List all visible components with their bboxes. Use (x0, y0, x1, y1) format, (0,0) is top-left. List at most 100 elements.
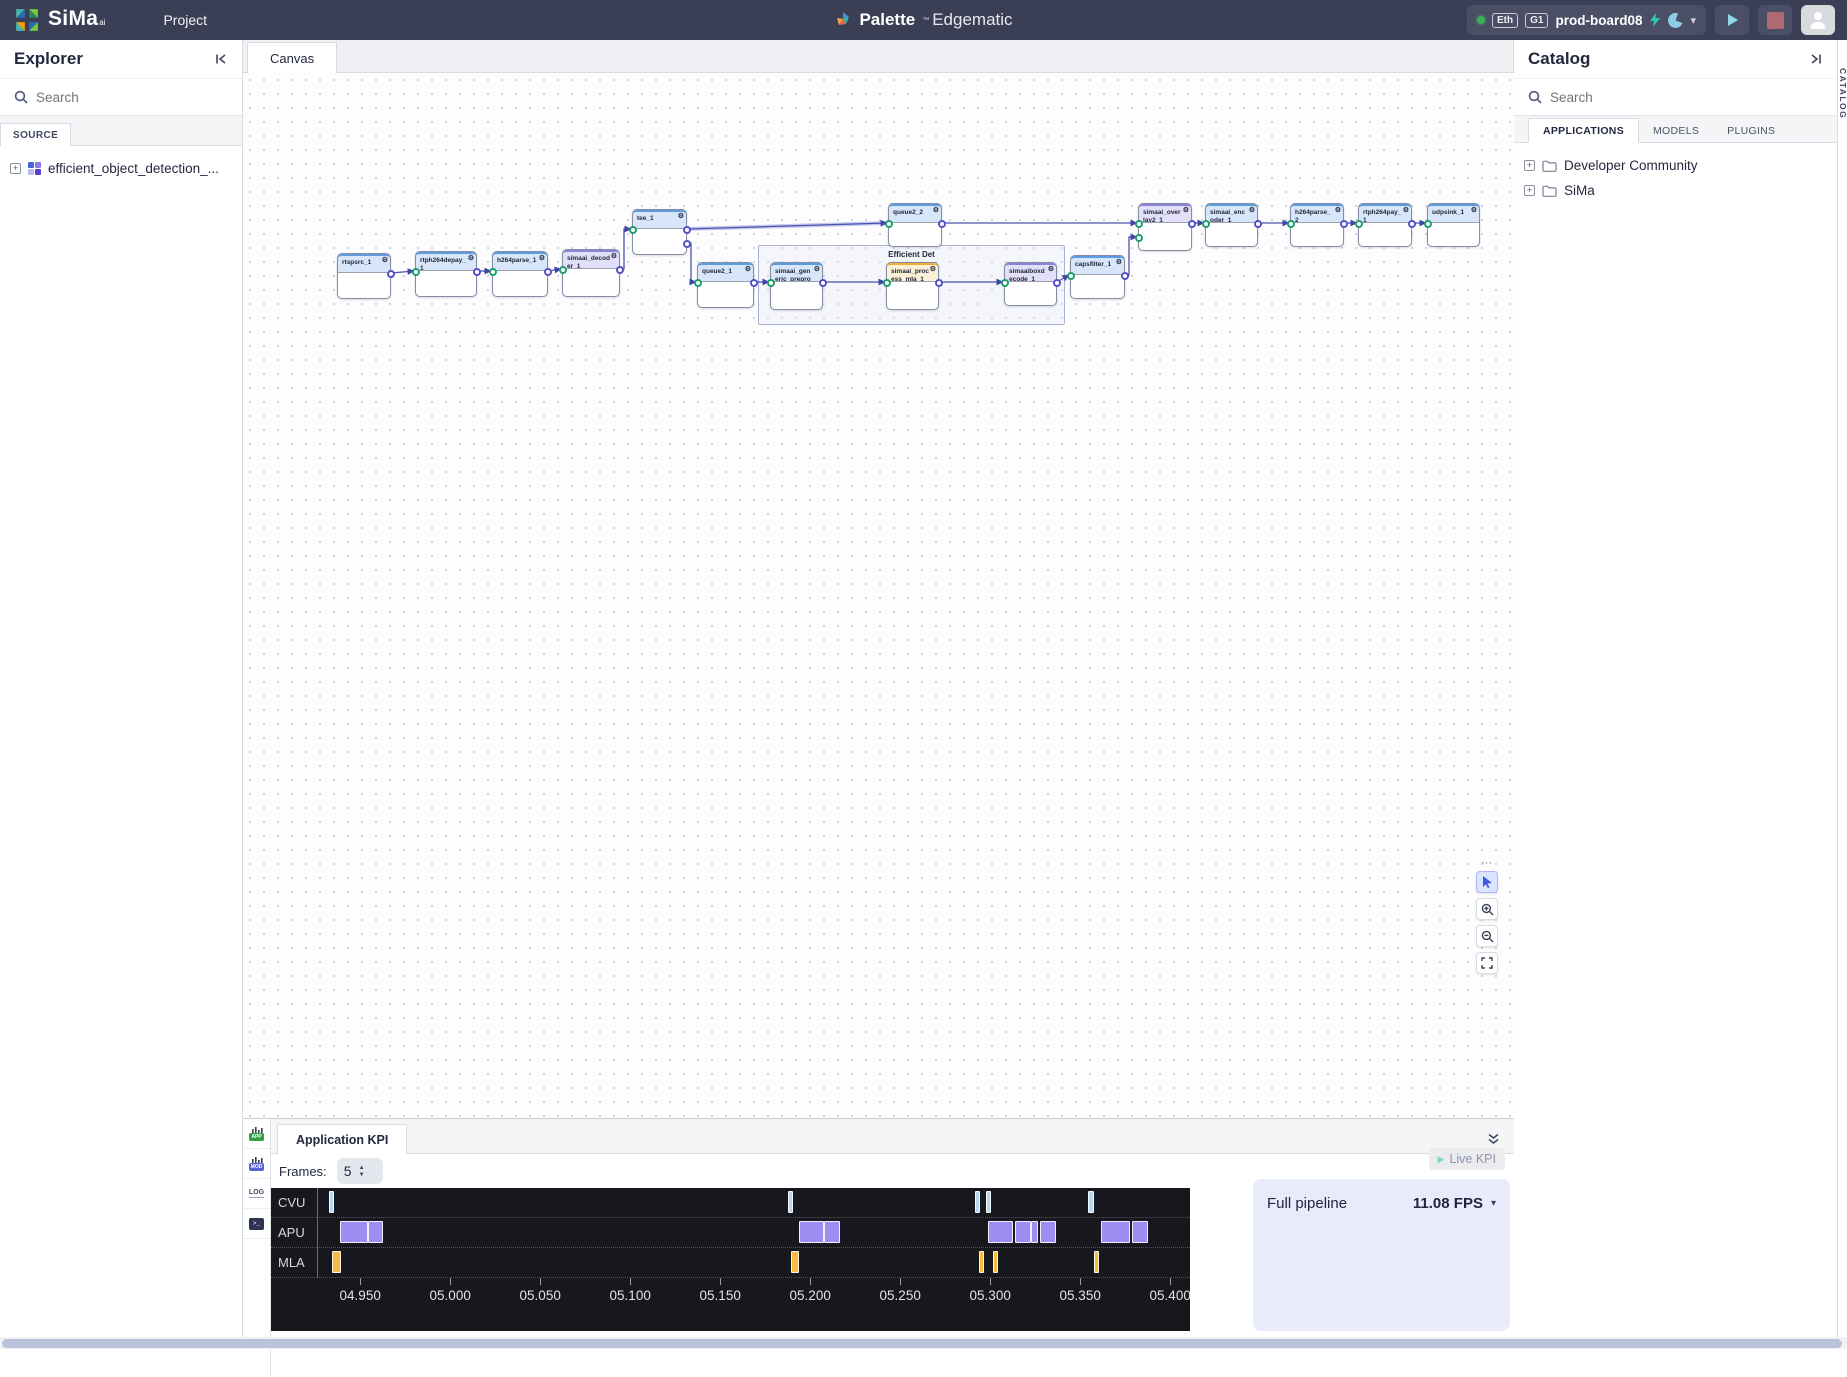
catalog-side-strip[interactable]: CATALOG (1837, 40, 1847, 1349)
scrollbar-thumb[interactable] (2, 1339, 1842, 1348)
zoom-in-button[interactable] (1476, 898, 1498, 920)
gear-icon[interactable]: ⚙ (1471, 207, 1477, 215)
expand-icon[interactable]: + (10, 163, 21, 174)
input-port[interactable] (767, 279, 775, 287)
input-port[interactable] (1424, 220, 1432, 228)
gear-icon[interactable]: ⚙ (930, 266, 936, 274)
user-avatar[interactable] (1801, 5, 1835, 35)
device-selector[interactable]: Eth G1 prod-board08 ▾ (1467, 5, 1706, 35)
catalog-tree-item[interactable]: + SiMa (1514, 178, 1837, 203)
output-port[interactable] (683, 240, 691, 248)
output-port[interactable] (1340, 220, 1348, 228)
canvas[interactable]: Efficient Det rtspsrc_1⚙rtph264depay_1⚙h… (243, 73, 1514, 1118)
node-capsfilter_1[interactable]: capsfilter_1⚙ (1070, 255, 1125, 299)
live-kpi-button[interactable]: ▶ Live KPI (1429, 1148, 1505, 1170)
input-port[interactable] (489, 268, 497, 276)
explorer-search-input[interactable] (36, 90, 196, 105)
input-port[interactable] (883, 279, 891, 287)
node-simaai_overlay2_1[interactable]: simaai_overlay2_1⚙ (1138, 203, 1192, 251)
gear-icon[interactable]: ⚙ (678, 213, 684, 221)
rail-app-kpi-button[interactable]: APP (243, 1119, 270, 1149)
gear-icon[interactable]: ⚙ (1183, 207, 1189, 215)
expand-panel-icon[interactable] (1807, 50, 1825, 68)
output-port[interactable] (819, 279, 827, 287)
expand-icon[interactable]: + (1524, 185, 1535, 196)
output-port[interactable] (750, 279, 758, 287)
explorer-search[interactable] (0, 78, 242, 116)
gear-icon[interactable]: ⚙ (1249, 207, 1255, 215)
run-button[interactable] (1715, 5, 1749, 35)
output-port[interactable] (544, 268, 552, 276)
gear-icon[interactable]: ⚙ (382, 257, 388, 265)
output-port[interactable] (1408, 220, 1416, 228)
output-port[interactable] (938, 220, 946, 228)
node-simaai_encoder_1[interactable]: simaai_encoder_1⚙ (1205, 203, 1258, 247)
node-rtph264depay_1[interactable]: rtph264depay_1⚙ (415, 251, 477, 297)
output-port[interactable] (1121, 272, 1129, 280)
stop-button[interactable] (1758, 5, 1792, 35)
stepper-down-icon[interactable]: ▼ (359, 1172, 365, 1178)
output-port[interactable] (616, 266, 624, 274)
node-rtph264pay_1[interactable]: rtph264pay_1⚙ (1358, 203, 1412, 247)
output-port[interactable] (1188, 220, 1196, 228)
collapse-bottom-panel-icon[interactable] (1487, 1133, 1500, 1145)
gear-icon[interactable]: ⚙ (611, 253, 617, 261)
catalog-search-input[interactable] (1550, 90, 1710, 105)
catalog-tree-item[interactable]: + Developer Community (1514, 153, 1837, 178)
node-queue2_2[interactable]: queue2_2⚙ (888, 203, 942, 247)
node-h264parse_2[interactable]: h264parse_2⚙ (1290, 203, 1344, 247)
rail-log-button[interactable]: LOG (243, 1179, 270, 1209)
input-port[interactable] (629, 226, 637, 234)
catalog-tab-plugins[interactable]: PLUGINS (1713, 119, 1789, 142)
output-port[interactable] (1254, 220, 1262, 228)
rail-terminal-button[interactable]: >_ (243, 1209, 270, 1239)
input-port[interactable] (885, 220, 893, 228)
gear-icon[interactable]: ⚙ (933, 207, 939, 215)
collapse-panel-icon[interactable] (212, 50, 230, 68)
tab-source[interactable]: SOURCE (0, 123, 71, 146)
zoom-out-button[interactable] (1476, 925, 1498, 947)
gear-icon[interactable]: ⚙ (1403, 207, 1409, 215)
stepper-up-icon[interactable]: ▲ (359, 1165, 365, 1171)
gear-icon[interactable]: ⚙ (539, 255, 545, 263)
output-port[interactable] (683, 226, 691, 234)
select-tool-button[interactable] (1476, 871, 1498, 893)
output-port[interactable] (473, 268, 481, 276)
input-port[interactable] (694, 279, 702, 287)
tab-canvas[interactable]: Canvas (247, 42, 337, 73)
fit-view-button[interactable] (1476, 952, 1498, 974)
output-port[interactable] (387, 270, 395, 278)
frames-stepper[interactable]: ▲▼ (337, 1158, 383, 1184)
explorer-tree-item[interactable]: + efficient_object_detection_... (0, 156, 242, 181)
node-simaai_process_mla_1[interactable]: simaai_process_mla_1⚙ (886, 262, 939, 310)
node-simaaiboxdecode_1[interactable]: simaaiboxdecode_1⚙ (1004, 262, 1057, 306)
input-port[interactable] (1287, 220, 1295, 228)
expand-icon[interactable]: + (1524, 160, 1535, 171)
node-simaai_decoder_1[interactable]: simaai_decoder_1⚙ (562, 249, 620, 297)
node-queue2_1[interactable]: queue2_1⚙ (697, 262, 754, 308)
node-rtspsrc_1[interactable]: rtspsrc_1⚙ (337, 253, 391, 299)
output-port[interactable] (935, 279, 943, 287)
horizontal-scrollbar[interactable] (0, 1337, 1847, 1349)
node-udpsink_1[interactable]: udpsink_1⚙ (1427, 203, 1480, 247)
input-port[interactable] (1067, 272, 1075, 280)
input-port[interactable] (1135, 220, 1143, 228)
gear-icon[interactable]: ⚙ (1335, 207, 1341, 215)
gear-icon[interactable]: ⚙ (1116, 259, 1122, 267)
catalog-tab-applications[interactable]: APPLICATIONS (1528, 118, 1639, 143)
input-port[interactable] (1001, 279, 1009, 287)
input-port[interactable] (1355, 220, 1363, 228)
node-h264parse_1[interactable]: h264parse_1⚙ (492, 251, 548, 297)
gear-icon[interactable]: ⚙ (1048, 266, 1054, 274)
node-simaai_generic_preproc_1[interactable]: simaai_generic_preproc_1⚙ (770, 262, 823, 310)
gear-icon[interactable]: ⚙ (468, 255, 474, 263)
input-port[interactable] (559, 266, 567, 274)
chevron-down-icon[interactable]: ▾ (1491, 1198, 1496, 1209)
input-port[interactable] (1202, 220, 1210, 228)
gear-icon[interactable]: ⚙ (745, 266, 751, 274)
gear-icon[interactable]: ⚙ (814, 266, 820, 274)
catalog-search[interactable] (1514, 78, 1837, 116)
more-options-icon[interactable]: ⋯ (1481, 860, 1493, 866)
catalog-tab-models[interactable]: MODELS (1639, 119, 1713, 142)
rail-model-kpi-button[interactable]: MOD (243, 1149, 270, 1179)
